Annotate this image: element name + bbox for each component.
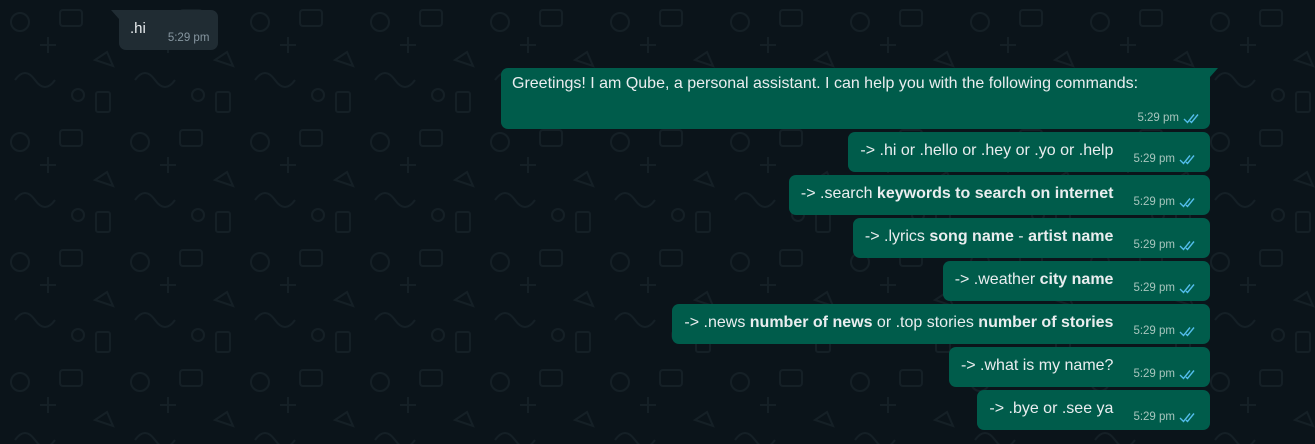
message-time: 5:29 pm [1133,282,1175,294]
message-meta: 5:29 pm [1137,112,1200,124]
incoming-message[interactable]: .hi 5:29 pm [111,10,219,50]
message-text: -> .bye or .see ya [989,400,1113,418]
message-text: .hi [130,19,146,37]
message-bold-segment: keywords to search on internet [876,185,1114,202]
message-meta: 5:29 pm [1133,282,1196,294]
double-check-icon [1179,412,1195,423]
message-bold-segment: number of stories [978,314,1114,331]
double-check-icon [1183,113,1199,124]
bubble-tail [111,10,119,19]
outgoing-message[interactable]: -> .hi or .hello or .hey or .yo or .help… [848,132,1210,172]
message-text: -> .search keywords to search on interne… [801,185,1114,203]
outgoing-message[interactable]: Greetings! I am Qube, a personal assista… [501,68,1218,129]
double-check-icon [1179,283,1195,294]
message-text: -> .hi or .hello or .hey or .yo or .help [860,142,1113,160]
message-time: 5:29 pm [1133,325,1175,337]
message-meta: 5:29 pm [1133,325,1196,337]
message-text: -> .lyrics song name - artist name [865,228,1114,246]
message-meta: 5:29 pm [1133,196,1196,208]
message-segment: -> .bye or .see ya [989,400,1114,417]
message-segment: - [1013,228,1029,245]
message-segment: -> .lyrics [864,228,930,245]
message-time: 5:29 pm [1133,153,1175,165]
message-segment: -> .weather [954,271,1040,288]
message-meta: 5:29 pm [1133,239,1196,251]
double-check-icon [1179,369,1195,380]
message-time: 5:29 pm [1133,196,1175,208]
message-bold-segment: song name [929,228,1014,245]
message-meta: 5:29 pm [1133,411,1196,423]
bubble-tail [1210,68,1218,77]
message-text: -> .news number of news or .top stories … [684,314,1113,332]
double-check-icon [1179,197,1195,208]
outgoing-message[interactable]: -> .what is my name? 5:29 pm [948,347,1210,387]
message-text: -> .weather city name [955,271,1114,289]
message-bold-segment: number of news [749,314,873,331]
message-bold-segment: artist name [1028,228,1114,245]
message-segment: -> .search [800,185,877,202]
message-text: -> .what is my name? [961,357,1114,375]
message-meta: 5:29 pm [1133,153,1196,165]
message-segment: -> .news [684,314,750,331]
message-time: 5:29 pm [167,32,210,44]
double-check-icon [1179,240,1195,251]
double-check-icon [1179,326,1195,337]
message-time: 5:29 pm [1133,368,1175,380]
message-text: Greetings! I am Qube, a personal assista… [512,75,1198,93]
outgoing-message[interactable]: -> .weather city name 5:29 pm [942,261,1210,301]
double-check-icon [1179,154,1195,165]
outgoing-message[interactable]: -> .lyrics song name - artist name 5:29 p… [852,218,1210,258]
message-segment: -> .what is my name? [960,357,1114,374]
message-bold-segment: city name [1039,271,1114,288]
message-segment: or .top stories [872,314,979,331]
message-segment: -> .hi or .hello or .hey or .yo or .help [860,142,1114,159]
message-list[interactable]: .hi 5:29 pm Greetings! I am Qube, a pers… [0,0,1315,444]
outgoing-message[interactable]: -> .bye or .see ya 5:29 pm [977,390,1210,430]
message-segment: Greetings! I am Qube, a personal assista… [512,75,1139,92]
message-time: 5:29 pm [1133,411,1175,423]
outgoing-message[interactable]: -> .news number of news or .top stories … [672,304,1210,344]
message-meta: 5:29 pm [1133,368,1196,380]
message-time: 5:29 pm [1137,112,1179,124]
message-time: 5:29 pm [1133,239,1175,251]
outgoing-message[interactable]: -> .search keywords to search on interne… [788,175,1210,215]
